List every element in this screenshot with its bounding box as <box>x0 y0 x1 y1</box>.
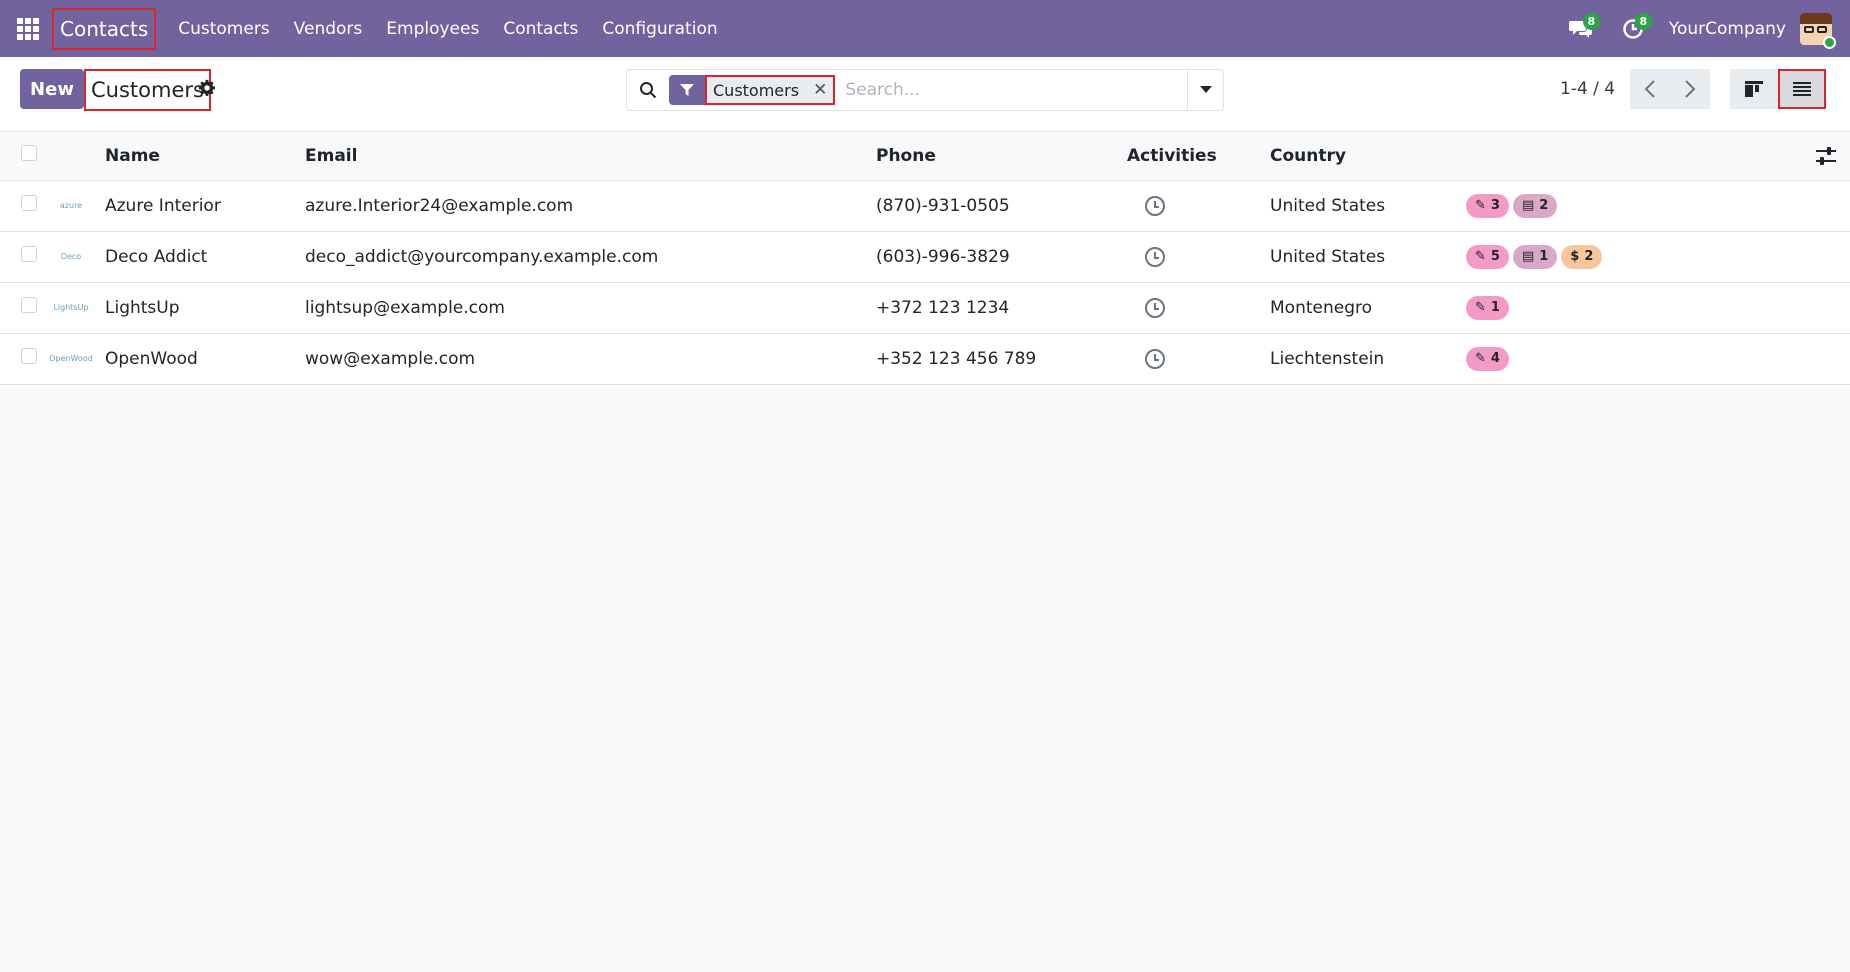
pager-value[interactable]: 1-4 / 4 <box>1560 79 1615 99</box>
menu-item-contacts[interactable]: Contacts <box>491 0 590 57</box>
edit-count-badge[interactable]: ✎ 4 <box>1466 346 1509 371</box>
company-logo: OpenWood <box>49 354 93 363</box>
edit-icon: ✎ <box>1475 249 1486 264</box>
list-view: Name Email Phone Activities Country azur… <box>0 132 1850 385</box>
column-header-email[interactable]: Email <box>305 132 876 180</box>
search-input[interactable] <box>835 70 1187 110</box>
cell-badges: ✎ 5 ▤ 1 $2 <box>1466 231 1850 282</box>
kanban-view-button[interactable] <box>1730 69 1778 109</box>
pager-previous-button[interactable] <box>1630 69 1670 109</box>
table-row[interactable]: OpenWood OpenWood wow@example.com +352 1… <box>0 333 1850 384</box>
cell-email[interactable]: lightsup@example.com <box>305 282 876 333</box>
cell-phone[interactable]: +352 123 456 789 <box>876 333 1127 384</box>
cell-phone[interactable]: +372 123 1234 <box>876 282 1127 333</box>
column-header-phone[interactable]: Phone <box>876 132 1127 180</box>
filter-icon <box>669 75 705 105</box>
activities-button[interactable]: 8 <box>1607 0 1659 57</box>
row-checkbox[interactable] <box>21 195 37 211</box>
table-row[interactable]: azure Azure Interior azure.Interior24@ex… <box>0 180 1850 231</box>
gear-icon[interactable] <box>198 79 216 97</box>
edit-count-badge[interactable]: ✎ 1 <box>1466 295 1509 320</box>
card-count-badge[interactable]: ▤ 1 <box>1512 244 1558 269</box>
row-checkbox[interactable] <box>21 348 37 364</box>
cell-badges: ✎ 4 <box>1466 333 1850 384</box>
activities-count-badge: 8 <box>1634 13 1652 30</box>
company-logo: azure <box>59 201 83 210</box>
select-all-checkbox[interactable] <box>21 145 37 162</box>
messages-button[interactable]: 8 <box>1555 0 1607 57</box>
activity-clock-icon[interactable] <box>1145 348 1165 369</box>
systray: 8 8 YourCompany <box>1555 0 1850 57</box>
column-header-country[interactable]: Country <box>1270 132 1466 180</box>
kanban-icon <box>1745 81 1763 97</box>
new-button[interactable]: New <box>20 69 84 109</box>
pager-next-button[interactable] <box>1670 69 1710 109</box>
table-row[interactable]: Deco Deco Addict deco_addict@yourcompany… <box>0 231 1850 282</box>
main-menu: Customers Vendors Employees Contacts Con… <box>166 0 729 57</box>
edit-count-badge[interactable]: ✎ 3 <box>1466 193 1509 218</box>
menu-item-customers[interactable]: Customers <box>166 0 281 57</box>
optional-columns-icon[interactable] <box>1816 146 1836 166</box>
row-checkbox[interactable] <box>21 297 37 313</box>
cell-phone[interactable]: (603)-996-3829 <box>876 231 1127 282</box>
top-navbar: Contacts Customers Vendors Employees Con… <box>0 0 1850 57</box>
menu-item-employees[interactable]: Employees <box>374 0 491 57</box>
menu-item-vendors[interactable]: Vendors <box>282 0 375 57</box>
search-bar: Customers ✕ <box>626 69 1224 111</box>
cell-phone[interactable]: (870)-931-0505 <box>876 180 1127 231</box>
activity-clock-icon[interactable] <box>1145 195 1165 216</box>
chevron-right-icon <box>1685 80 1696 98</box>
cell-email[interactable]: wow@example.com <box>305 333 876 384</box>
control-panel: New Customers Customers ✕ 1-4 / 4 <box>0 57 1850 132</box>
cell-name[interactable]: Azure Interior <box>105 180 305 231</box>
cell-country[interactable]: Liechtenstein <box>1270 333 1466 384</box>
company-switcher[interactable]: YourCompany <box>1659 19 1800 39</box>
cell-name[interactable]: Deco Addict <box>105 231 305 282</box>
table-row[interactable]: LightsUp LightsUp lightsup@example.com +… <box>0 282 1850 333</box>
page-title[interactable]: Customers <box>84 69 211 111</box>
company-logo: LightsUp <box>53 303 89 312</box>
card-icon: ▤ <box>1521 198 1535 213</box>
cell-name[interactable]: OpenWood <box>105 333 305 384</box>
row-checkbox[interactable] <box>21 246 37 262</box>
close-icon[interactable]: ✕ <box>813 80 827 100</box>
cell-country[interactable]: Montenegro <box>1270 282 1466 333</box>
search-icon[interactable] <box>627 70 669 110</box>
table-header-row: Name Email Phone Activities Country <box>0 132 1850 180</box>
column-header-name[interactable]: Name <box>105 132 305 180</box>
cell-country[interactable]: United States <box>1270 180 1466 231</box>
search-options-toggle[interactable] <box>1187 70 1223 110</box>
customers-table: Name Email Phone Activities Country azur… <box>0 132 1850 385</box>
user-avatar[interactable] <box>1800 12 1836 49</box>
cell-email[interactable]: azure.Interior24@example.com <box>305 180 876 231</box>
dollar-icon: $ <box>1570 249 1580 264</box>
cell-country[interactable]: United States <box>1270 231 1466 282</box>
online-status-icon <box>1823 35 1836 49</box>
edit-count-badge[interactable]: ✎ 5 <box>1466 244 1509 269</box>
chevron-left-icon <box>1644 80 1655 98</box>
cell-badges: ✎ 3 ▤ 2 <box>1466 180 1850 231</box>
edit-icon: ✎ <box>1475 300 1486 315</box>
list-view-button[interactable] <box>1778 69 1826 109</box>
caret-down-icon <box>1199 86 1212 93</box>
edit-icon: ✎ <box>1475 351 1486 366</box>
card-count-badge[interactable]: ▤ 2 <box>1512 193 1558 218</box>
menu-item-configuration[interactable]: Configuration <box>590 0 729 57</box>
messages-count-badge: 8 <box>1582 13 1600 30</box>
app-brand[interactable]: Contacts <box>52 7 157 50</box>
cell-badges: ✎ 1 <box>1466 282 1850 333</box>
search-facet: Customers ✕ <box>705 75 836 105</box>
cell-email[interactable]: deco_addict@yourcompany.example.com <box>305 231 876 282</box>
company-logo: Deco <box>60 252 82 261</box>
facet-label: Customers <box>713 80 800 100</box>
cell-name[interactable]: LightsUp <box>105 282 305 333</box>
activity-clock-icon[interactable] <box>1145 246 1165 267</box>
edit-icon: ✎ <box>1475 198 1486 213</box>
activity-clock-icon[interactable] <box>1145 297 1165 318</box>
card-icon: ▤ <box>1521 249 1535 264</box>
apps-menu-icon[interactable] <box>0 0 56 57</box>
column-header-activities[interactable]: Activities <box>1127 132 1270 180</box>
list-icon <box>1793 82 1811 96</box>
dollar-count-badge[interactable]: $2 <box>1561 244 1603 269</box>
